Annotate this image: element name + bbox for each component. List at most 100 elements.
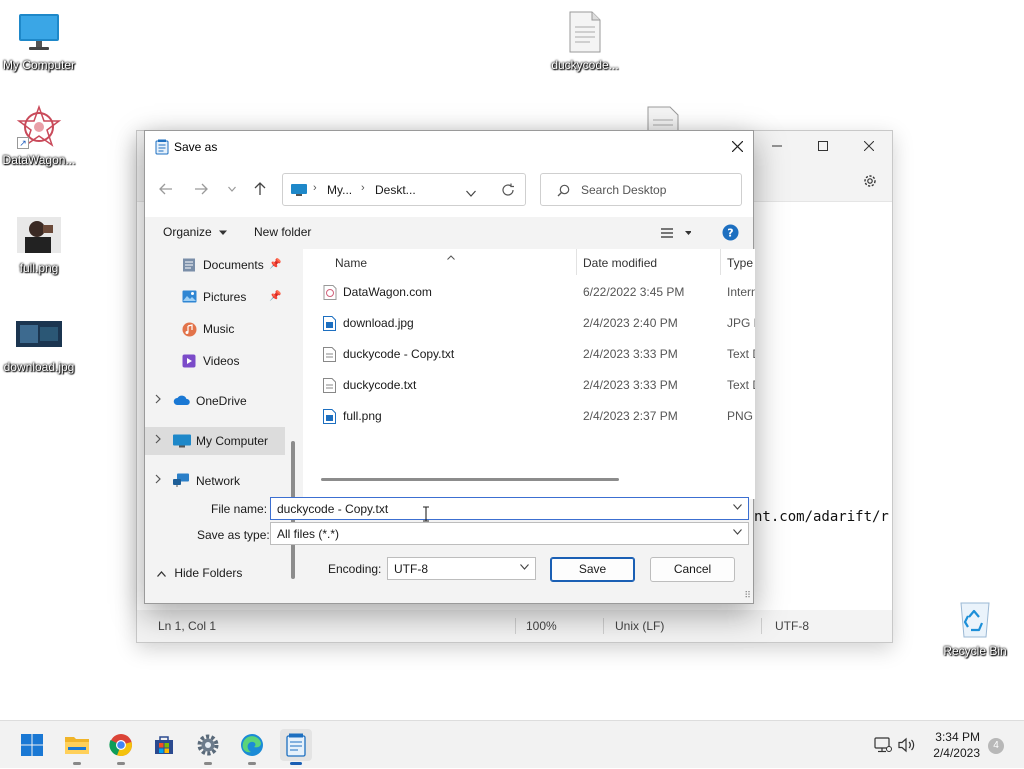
dialog-title: Save as xyxy=(174,140,218,154)
organize-menu[interactable]: Organize xyxy=(163,225,228,239)
hide-folders-label: Hide Folders xyxy=(174,566,243,580)
file-date: 6/22/2022 3:45 PM xyxy=(583,285,685,299)
minimize-icon xyxy=(772,145,782,147)
nav-item-documents[interactable]: Documents 📌 xyxy=(145,251,285,279)
taskbar-settings[interactable] xyxy=(192,729,224,765)
edge-icon xyxy=(241,734,263,756)
encoding-label: Encoding: xyxy=(328,562,382,576)
windows-logo-icon xyxy=(21,734,43,756)
chevron-right-icon[interactable] xyxy=(155,394,161,407)
recent-locations-button[interactable] xyxy=(221,178,243,200)
forward-button[interactable] xyxy=(190,178,212,200)
save-button[interactable]: Save xyxy=(550,557,635,582)
running-indicator xyxy=(117,762,125,765)
desktop-icon-duckycode[interactable]: duckycode... xyxy=(543,10,627,72)
save-type-label: Save as type: xyxy=(197,528,270,542)
file-name: duckycode - Copy.txt xyxy=(343,347,455,361)
chevron-right-icon[interactable] xyxy=(155,474,161,487)
desktop-icon-my-computer[interactable]: My Computer xyxy=(0,10,81,72)
dialog-close-button[interactable] xyxy=(721,131,753,161)
volume-icon[interactable] xyxy=(898,737,916,756)
notification-count-badge[interactable]: 4 xyxy=(988,738,1004,754)
encoding-select[interactable]: UTF-8 xyxy=(387,557,536,580)
nav-item-pictures[interactable]: Pictures 📌 xyxy=(145,283,285,311)
image-thumbnail-icon xyxy=(15,312,63,356)
nav-item-network[interactable]: Network xyxy=(145,467,285,495)
file-date: 2/4/2023 3:33 PM xyxy=(583,347,678,361)
breadcrumb-desktop[interactable]: Deskt... xyxy=(375,183,416,197)
encoding-value: UTF-8 xyxy=(394,562,428,576)
settings-button[interactable] xyxy=(862,173,878,192)
file-row[interactable]: download.jpg 2/4/2023 2:40 PM JPG F xyxy=(303,308,755,339)
nav-item-label: Videos xyxy=(203,354,240,368)
taskbar-file-explorer[interactable] xyxy=(61,729,93,765)
clock[interactable]: 3:34 PM 2/4/2023 xyxy=(933,729,980,761)
close-button[interactable] xyxy=(846,131,892,161)
status-encoding: UTF-8 xyxy=(775,619,809,633)
chevron-up-icon xyxy=(157,571,166,577)
back-button[interactable] xyxy=(155,178,177,200)
file-name-value: duckycode - Copy.txt xyxy=(277,502,389,516)
file-name-label: File name: xyxy=(211,502,268,516)
new-folder-button[interactable]: New folder xyxy=(254,225,311,239)
hide-folders-button[interactable]: Hide Folders xyxy=(157,566,242,580)
view-options-button[interactable] xyxy=(661,227,692,242)
network-status-icon[interactable] xyxy=(874,737,892,756)
nav-item-label: Music xyxy=(203,322,235,336)
cancel-button[interactable]: Cancel xyxy=(650,557,735,582)
desktop-icon-datawagon[interactable]: ↗ DataWagon... xyxy=(0,105,81,167)
file-date: 2/4/2023 2:37 PM xyxy=(583,409,678,423)
breadcrumb-my-computer[interactable]: My... xyxy=(327,183,352,197)
address-bar[interactable]: › My... › Deskt... xyxy=(282,173,526,206)
search-box[interactable]: Search Desktop xyxy=(540,173,742,206)
file-name-input[interactable]: duckycode - Copy.txt xyxy=(270,497,749,520)
search-placeholder: Search Desktop xyxy=(581,183,667,197)
close-icon xyxy=(731,140,743,152)
file-list[interactable]: Name Date modified Type DataWagon.com 6/… xyxy=(303,249,755,499)
column-header-name[interactable]: Name xyxy=(335,256,367,270)
text-file-icon xyxy=(323,347,336,365)
navigation-bar: › My... › Deskt... Search Desktop xyxy=(145,163,753,217)
resize-grip-icon[interactable]: ⠿ xyxy=(744,590,751,601)
start-button[interactable] xyxy=(16,729,48,761)
file-list-scrollbar[interactable] xyxy=(321,478,619,481)
save-type-value: All files (*.*) xyxy=(277,527,340,541)
taskbar-store[interactable] xyxy=(148,729,180,761)
navigation-pane[interactable]: Documents 📌 Pictures 📌 Music Videos OneD… xyxy=(145,249,297,579)
file-row[interactable]: duckycode.txt 2/4/2023 3:33 PM Text D xyxy=(303,370,755,401)
desktop-icon-full-png[interactable]: full.png xyxy=(0,213,81,275)
up-button[interactable] xyxy=(249,178,271,200)
nav-item-my-computer[interactable]: My Computer xyxy=(145,427,285,455)
minimize-button[interactable] xyxy=(754,131,800,161)
nav-item-videos[interactable]: Videos xyxy=(145,347,285,375)
nav-item-music[interactable]: Music xyxy=(145,315,285,343)
address-dropdown-chevron-icon[interactable] xyxy=(466,186,476,200)
refresh-icon[interactable] xyxy=(501,183,515,200)
taskbar-chrome[interactable] xyxy=(105,729,137,765)
desktop-icon-download-jpg[interactable]: download.jpg xyxy=(0,312,81,374)
taskbar-edge[interactable] xyxy=(236,729,268,765)
file-name: DataWagon.com xyxy=(343,285,432,299)
text-file-icon xyxy=(323,378,336,396)
column-header-date[interactable]: Date modified xyxy=(583,256,657,270)
file-row[interactable]: duckycode - Copy.txt 2/4/2023 3:33 PM Te… xyxy=(303,339,755,370)
desktop-icon-label: Recycle Bin xyxy=(943,644,1007,658)
file-type: Text D xyxy=(727,378,755,392)
chevron-down-icon[interactable] xyxy=(733,501,742,513)
chevron-right-icon[interactable] xyxy=(155,434,161,447)
maximize-button[interactable] xyxy=(800,131,846,161)
chevron-down-icon xyxy=(520,561,529,573)
text-file-icon xyxy=(561,10,609,54)
save-type-select[interactable]: All files (*.*) xyxy=(270,522,749,545)
taskbar-notepad[interactable] xyxy=(280,729,312,765)
column-header-type[interactable]: Type xyxy=(727,256,753,270)
shortcut-arrow-icon: ↗ xyxy=(17,137,29,149)
file-row[interactable]: DataWagon.com 6/22/2022 3:45 PM Intern xyxy=(303,277,755,308)
help-button[interactable]: ? xyxy=(722,224,739,244)
network-icon xyxy=(173,473,191,491)
save-as-dialog[interactable]: Save as › My... › Deskt... Search Deskto… xyxy=(144,130,755,604)
desktop-icon-recycle-bin[interactable]: Recycle Bin xyxy=(933,596,1017,658)
file-row[interactable]: full.png 2/4/2023 2:37 PM PNG xyxy=(303,401,755,432)
chevron-down-icon xyxy=(733,526,742,538)
nav-item-onedrive[interactable]: OneDrive xyxy=(145,387,285,415)
